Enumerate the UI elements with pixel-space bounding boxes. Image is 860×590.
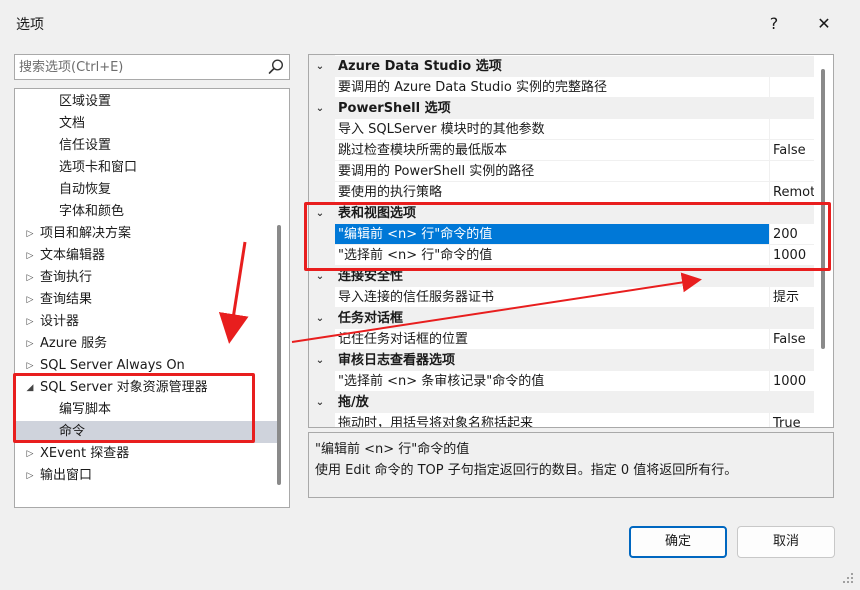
annotation-arrow-down (218, 241, 249, 344)
annotation-arrow-right (291, 272, 702, 343)
annotation-arrows (218, 241, 702, 344)
